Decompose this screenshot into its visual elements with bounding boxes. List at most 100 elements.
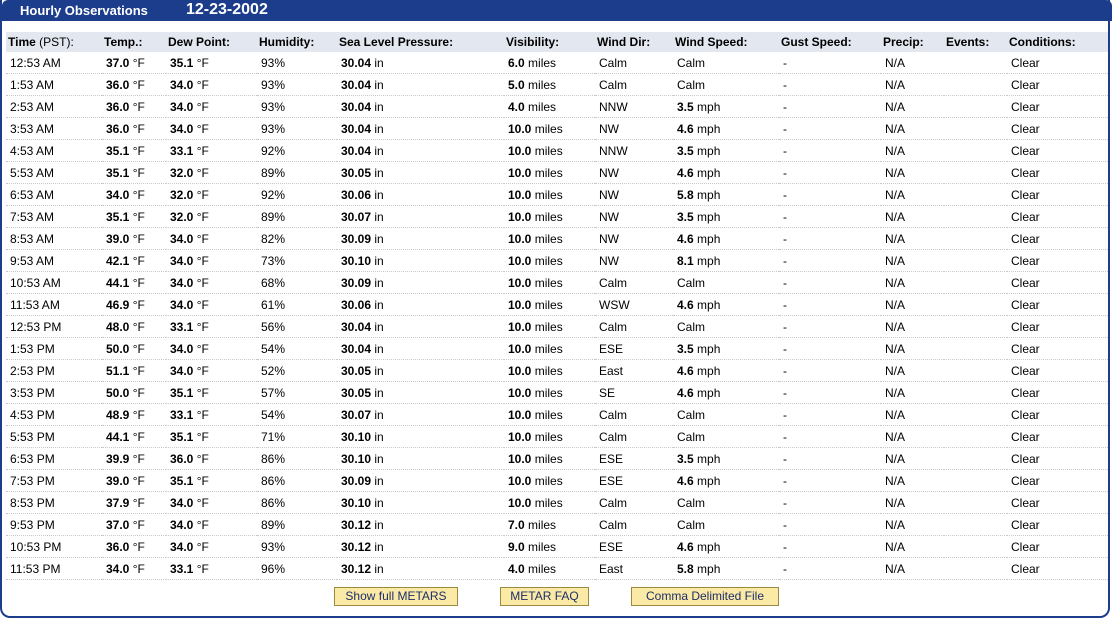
cell-visibility-value: 10.0 <box>508 143 532 158</box>
col-time-label: Time <box>8 35 36 49</box>
cell-visibility-unit: miles <box>534 495 563 510</box>
show-full-metars-button[interactable]: Show full METARS <box>334 587 458 606</box>
wind-speed-unit: mph <box>697 473 721 488</box>
cell-dew-point-unit: °F <box>196 297 209 312</box>
cell-pressure-unit: in <box>374 429 384 444</box>
cell-precip: N/A <box>881 535 944 558</box>
cell-wind-speed: Calm <box>673 315 779 338</box>
cell-visibility: 10.0 miles <box>504 491 595 514</box>
cell-pressure-value: 30.06 <box>341 297 372 312</box>
table-row: 2:53 PM 51.1 °F 34.0 °F 52% 30.05 in 10.0 mil… <box>6 359 1108 382</box>
cell-visibility-value: 6.0 <box>508 55 525 70</box>
cell-conditions: Clear <box>1007 557 1108 580</box>
cell-time: 5:53 PM <box>6 425 102 448</box>
cell-pressure-value: 30.12 <box>341 517 372 532</box>
wind-speed-value: 4.6 <box>677 473 694 488</box>
cell-visibility: 10.0 miles <box>504 403 595 426</box>
cell-visibility-value: 10.0 <box>508 275 532 290</box>
cell-dew-point-unit: °F <box>196 517 209 532</box>
cell-visibility: 4.0 miles <box>504 95 595 118</box>
cell-visibility-value: 10.0 <box>508 187 532 202</box>
cell-visibility-value: 10.0 <box>508 209 532 224</box>
table-row: 1:53 AM 36.0 °F 34.0 °F 93% 30.04 in 5.0 mile… <box>6 73 1108 96</box>
wind-speed-value: 4.6 <box>677 363 694 378</box>
cell-wind-speed: 3.5 mph <box>673 95 779 118</box>
cell-wind-dir: Calm <box>595 73 673 96</box>
column-header-row: Time (PST): Temp.: Dew Point: Humidity: … <box>6 32 1108 52</box>
col-time-unit: (PST): <box>39 35 74 49</box>
cell-conditions: Clear <box>1007 161 1108 184</box>
wind-speed-unit: mph <box>697 385 721 400</box>
cell-temp: 37.9 °F <box>102 491 166 514</box>
cell-wind-speed: Calm <box>673 73 779 96</box>
table-row: 2:53 AM 36.0 °F 34.0 °F 93% 30.04 in 4.0 mile… <box>6 95 1108 118</box>
cell-visibility-unit: miles <box>534 231 563 246</box>
cell-wind-dir: NNW <box>595 139 673 162</box>
cell-dew-point: 32.0 °F <box>166 161 257 184</box>
cell-humidity: 86% <box>257 469 337 492</box>
cell-time: 7:53 PM <box>6 469 102 492</box>
cell-gust-speed: - <box>779 359 881 382</box>
cell-precip: N/A <box>881 403 944 426</box>
cell-pressure-value: 30.09 <box>341 473 372 488</box>
cell-humidity: 52% <box>257 359 337 382</box>
cell-conditions: Clear <box>1007 535 1108 558</box>
cell-pressure-value: 30.05 <box>341 385 372 400</box>
cell-dew-point: 34.0 °F <box>166 293 257 316</box>
cell-events <box>944 381 1007 404</box>
cell-dew-point: 32.0 °F <box>166 205 257 228</box>
cell-humidity: 68% <box>257 271 337 294</box>
cell-visibility: 10.0 miles <box>504 293 595 316</box>
cell-visibility: 10.0 miles <box>504 139 595 162</box>
cell-wind-dir: NW <box>595 227 673 250</box>
cell-gust-speed: - <box>779 557 881 580</box>
cell-dew-point-value: 32.0 <box>170 165 194 180</box>
cell-events <box>944 205 1007 228</box>
cell-temp-unit: °F <box>132 209 145 224</box>
cell-humidity: 86% <box>257 447 337 470</box>
metar-faq-button[interactable]: METAR FAQ <box>500 587 589 606</box>
cell-humidity: 73% <box>257 249 337 272</box>
comma-delimited-file-button[interactable]: Comma Delimited File <box>631 587 779 606</box>
cell-wind-dir: NW <box>595 161 673 184</box>
cell-pressure-value: 30.12 <box>341 561 372 576</box>
cell-precip: N/A <box>881 95 944 118</box>
cell-pressure: 30.10 in <box>337 447 504 470</box>
cell-dew-point-unit: °F <box>196 451 209 466</box>
cell-temp-value: 35.1 <box>106 209 130 224</box>
cell-pressure: 30.04 in <box>337 117 504 140</box>
cell-wind-dir: ESE <box>595 337 673 360</box>
cell-visibility: 10.0 miles <box>504 183 595 206</box>
wind-speed-value: 3.5 <box>677 143 694 158</box>
wind-speed-unit: mph <box>697 209 721 224</box>
cell-precip: N/A <box>881 491 944 514</box>
cell-events <box>944 359 1007 382</box>
cell-visibility-unit: miles <box>534 253 563 268</box>
cell-dew-point-value: 35.1 <box>170 385 194 400</box>
cell-visibility-unit: miles <box>534 121 563 136</box>
cell-pressure: 30.04 in <box>337 337 504 360</box>
cell-time: 5:53 AM <box>6 161 102 184</box>
cell-wind-dir: Calm <box>595 403 673 426</box>
observations-body: 12:53 AM 37.0 °F 35.1 °F 93% 30.04 in 6.0 mil… <box>6 52 1108 580</box>
cell-gust-speed: - <box>779 491 881 514</box>
cell-pressure: 30.05 in <box>337 161 504 184</box>
cell-visibility-unit: miles <box>534 165 563 180</box>
cell-visibility: 10.0 miles <box>504 117 595 140</box>
cell-temp-value: 37.9 <box>106 495 130 510</box>
cell-temp-value: 46.9 <box>106 297 130 312</box>
cell-conditions: Clear <box>1007 337 1108 360</box>
cell-visibility-unit: miles <box>534 275 563 290</box>
cell-wind-speed: 3.5 mph <box>673 447 779 470</box>
cell-pressure: 30.12 in <box>337 535 504 558</box>
cell-time: 7:53 AM <box>6 205 102 228</box>
cell-pressure: 30.09 in <box>337 271 504 294</box>
cell-visibility-value: 10.0 <box>508 473 532 488</box>
cell-temp-value: 48.0 <box>106 319 130 334</box>
cell-visibility: 10.0 miles <box>504 425 595 448</box>
cell-events <box>944 447 1007 470</box>
cell-gust-speed: - <box>779 139 881 162</box>
cell-dew-point: 35.1 °F <box>166 469 257 492</box>
cell-visibility: 6.0 miles <box>504 52 595 74</box>
table-row: 6:53 AM 34.0 °F 32.0 °F 92% 30.06 in 10.0 mil… <box>6 183 1108 206</box>
